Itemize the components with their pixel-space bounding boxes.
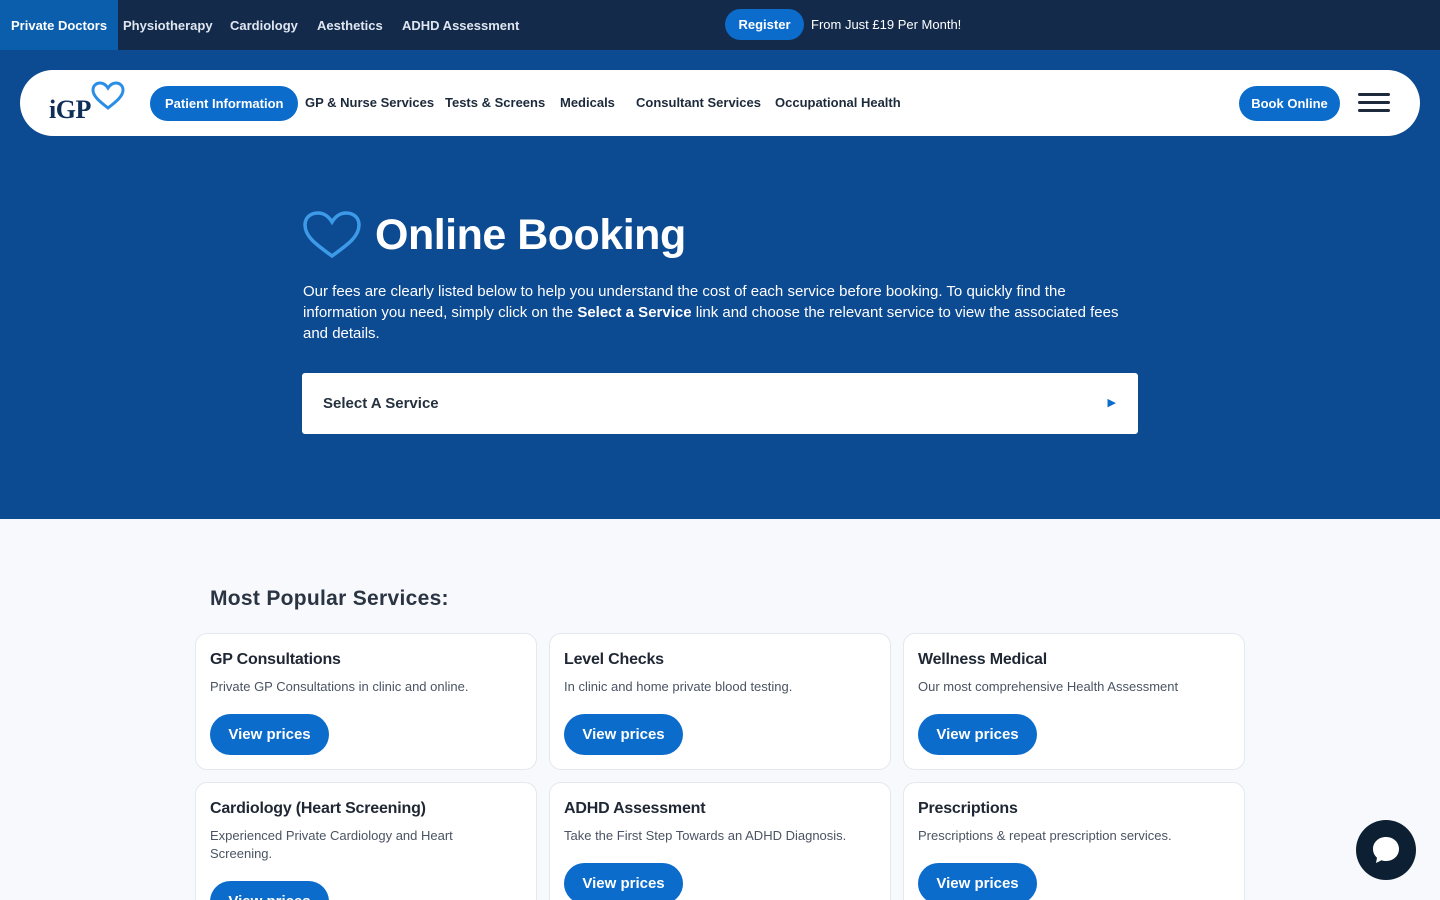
heart-icon — [91, 81, 125, 110]
heart-icon — [303, 211, 361, 259]
nav-tests-screens[interactable]: Tests & Screens — [445, 70, 545, 136]
site-logo[interactable]: iGP — [49, 81, 129, 125]
card-title: Level Checks — [564, 651, 664, 668]
view-prices-button[interactable]: View prices — [918, 714, 1037, 755]
tab-physiotherapy[interactable]: Physiotherapy — [123, 0, 213, 50]
select-service-dropdown[interactable]: Select A Service ▶ — [302, 373, 1138, 434]
book-online-button[interactable]: Book Online — [1239, 86, 1340, 121]
view-prices-button[interactable]: View prices — [564, 863, 683, 900]
service-card: Level Checks In clinic and home private … — [549, 633, 891, 770]
chat-launcher[interactable] — [1356, 820, 1416, 880]
select-service-label: Select A Service — [323, 395, 439, 412]
service-card: Cardiology (Heart Screening) Experienced… — [195, 782, 537, 900]
nav-consultant-services[interactable]: Consultant Services — [636, 70, 761, 136]
view-prices-button[interactable]: View prices — [210, 714, 329, 755]
chat-bubble-icon — [1373, 837, 1399, 863]
card-title: Cardiology (Heart Screening) — [210, 800, 426, 817]
service-card: ADHD Assessment Take the First Step Towa… — [549, 782, 891, 900]
logo-text: iGP — [49, 95, 91, 124]
hero-section: iGP Patient Information GP & Nurse Servi… — [0, 50, 1440, 519]
tab-cardiology[interactable]: Cardiology — [230, 0, 298, 50]
service-card: Wellness Medical Our most comprehensive … — [903, 633, 1245, 770]
view-prices-button[interactable]: View prices — [210, 881, 329, 900]
nav-gp-nurse-services[interactable]: GP & Nurse Services — [305, 70, 434, 136]
play-arrow-icon: ▶ — [1107, 397, 1116, 409]
card-title: Wellness Medical — [918, 651, 1048, 668]
card-description: Take the First Step Towards an ADHD Diag… — [564, 828, 847, 843]
register-button[interactable]: Register — [725, 9, 804, 40]
view-prices-button[interactable]: View prices — [564, 714, 683, 755]
page-title: Online Booking — [375, 211, 686, 259]
nav-occupational-health[interactable]: Occupational Health — [775, 70, 901, 136]
top-bar: Private Doctors Physiotherapy Cardiology… — [0, 0, 1440, 50]
view-prices-button[interactable]: View prices — [918, 863, 1037, 900]
card-description: Experienced Private Cardiology and Heart… — [210, 828, 453, 861]
tab-aesthetics[interactable]: Aesthetics — [317, 0, 383, 50]
main-nav: iGP Patient Information GP & Nurse Servi… — [20, 70, 1420, 136]
tab-adhd-assessment[interactable]: ADHD Assessment — [402, 0, 519, 50]
section-title: Most Popular Services: — [210, 587, 449, 610]
hero-description: Our fees are clearly listed below to hel… — [303, 281, 1143, 344]
card-description: Prescriptions & repeat prescription serv… — [918, 828, 1172, 843]
nav-patient-information[interactable]: Patient Information — [150, 86, 299, 121]
nav-medicals[interactable]: Medicals — [560, 70, 615, 136]
card-title: GP Consultations — [210, 651, 341, 668]
promo-text: From Just £19 Per Month! — [811, 17, 962, 32]
card-description: In clinic and home private blood testing… — [564, 679, 793, 694]
hamburger-menu-icon[interactable] — [1358, 93, 1390, 113]
service-card: GP Consultations Private GP Consultation… — [195, 633, 537, 770]
card-description: Our most comprehensive Health Assessment — [918, 679, 1179, 694]
tab-private-doctors[interactable]: Private Doctors — [0, 0, 119, 50]
card-description: Private GP Consultations in clinic and o… — [210, 679, 469, 694]
desc-highlight: Select a Service — [577, 304, 692, 321]
service-card: Prescriptions Prescriptions & repeat pre… — [903, 782, 1245, 900]
card-title: ADHD Assessment — [564, 800, 706, 817]
card-title: Prescriptions — [918, 800, 1018, 817]
